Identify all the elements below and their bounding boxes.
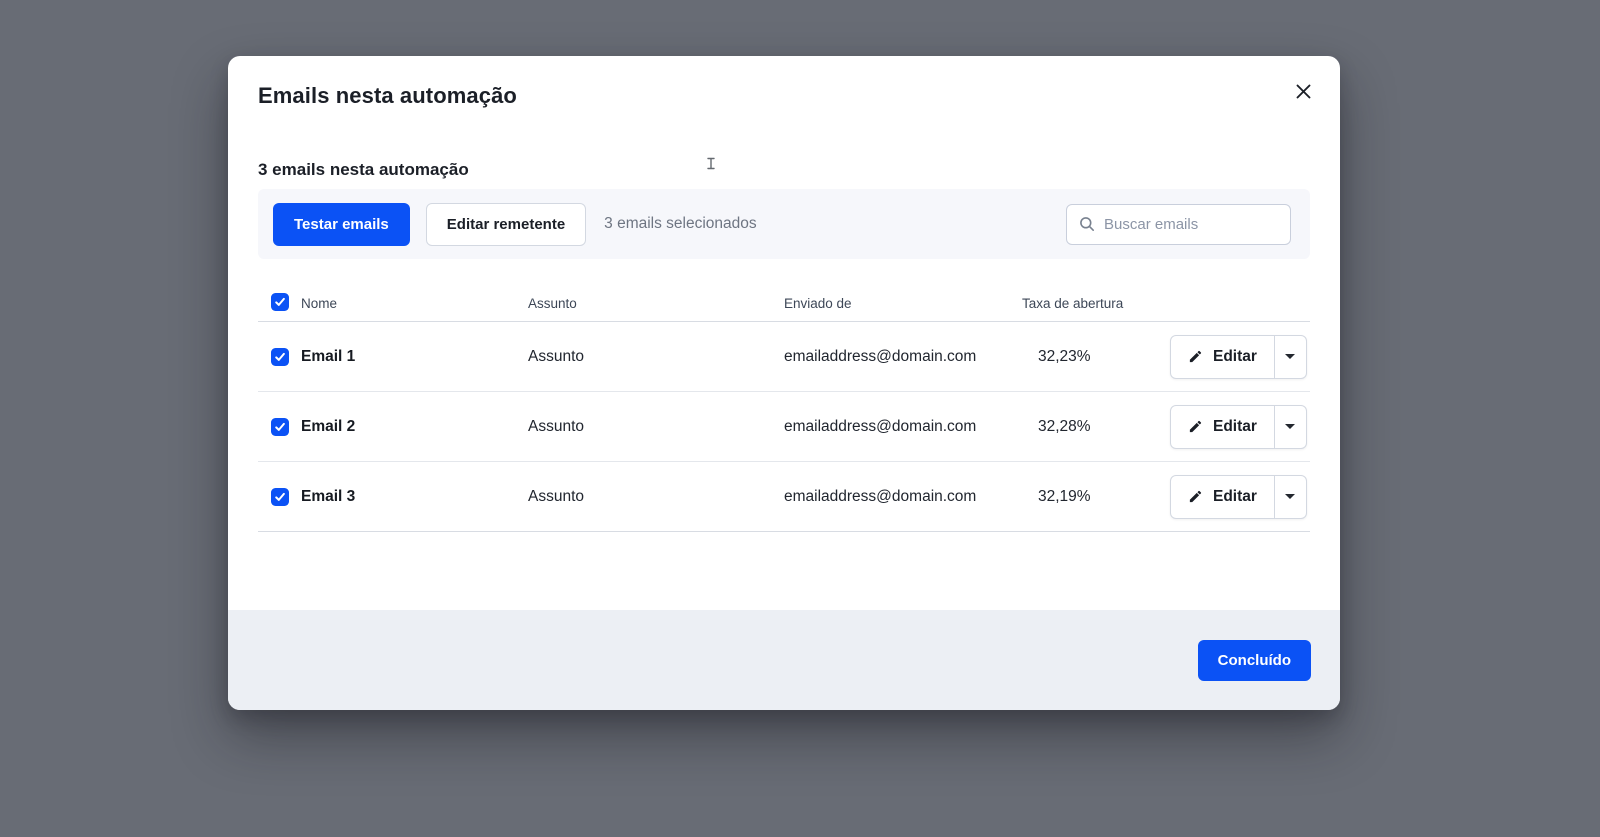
test-emails-button[interactable]: Testar emails <box>273 202 410 246</box>
email-sent-from: emailaddress@domain.com <box>784 487 977 505</box>
checkmark-icon <box>274 351 286 363</box>
edit-button-label: Editar <box>1213 347 1257 365</box>
screen-overlay: { "modal": { "title": "Emails nesta auto… <box>0 0 1600 837</box>
search-icon <box>1079 216 1095 232</box>
toolbar: Testar emails Editar remetente 3 emails … <box>258 189 1310 259</box>
close-icon <box>1295 83 1312 103</box>
email-subject: Assunto <box>528 487 585 505</box>
search-box[interactable] <box>1066 203 1291 245</box>
edit-split-button: Editar <box>1170 334 1307 379</box>
table-row: Email 1 Assunto emailaddress@domain.com … <box>258 322 1310 392</box>
edit-sender-button[interactable]: Editar remetente <box>425 202 587 246</box>
checkmark-icon <box>274 296 286 308</box>
modal-footer: Concluído <box>228 610 1340 710</box>
email-name: Email 3 <box>301 487 356 505</box>
edit-dropdown-button[interactable] <box>1275 336 1306 378</box>
search-input[interactable] <box>1104 215 1278 233</box>
done-button[interactable]: Concluído <box>1197 639 1311 681</box>
row-checkbox[interactable] <box>271 347 289 366</box>
modal-title: Emails nesta automação <box>258 83 517 108</box>
select-all-checkbox[interactable] <box>271 292 289 311</box>
edit-button[interactable]: Editar <box>1171 476 1274 518</box>
email-name: Email 2 <box>301 417 356 435</box>
modal-header: Emails nesta automação <box>228 56 1340 109</box>
edit-button-label: Editar <box>1213 487 1257 505</box>
pencil-icon <box>1188 349 1203 364</box>
row-checkbox[interactable] <box>271 417 289 436</box>
caret-down-icon <box>1285 424 1296 429</box>
pencil-icon <box>1188 489 1203 504</box>
edit-dropdown-button[interactable] <box>1275 476 1306 518</box>
email-sent-from: emailaddress@domain.com <box>784 417 977 435</box>
email-open-rate: 32,28% <box>1038 417 1091 435</box>
text-cursor-icon <box>707 157 715 175</box>
selection-status: 3 emails selecionados <box>604 215 757 232</box>
email-open-rate: 32,23% <box>1038 347 1091 365</box>
caret-down-icon <box>1285 354 1296 359</box>
header-subject: Assunto <box>528 295 577 311</box>
caret-down-icon <box>1285 494 1296 499</box>
email-count-heading: 3 emails nesta automação <box>258 160 469 179</box>
email-open-rate: 32,19% <box>1038 487 1091 505</box>
edit-split-button: Editar <box>1170 404 1307 449</box>
edit-split-button: Editar <box>1170 474 1307 519</box>
edit-button[interactable]: Editar <box>1171 406 1274 448</box>
email-subject: Assunto <box>528 417 585 435</box>
edit-button[interactable]: Editar <box>1171 336 1274 378</box>
pencil-icon <box>1188 419 1203 434</box>
email-sent-from: emailaddress@domain.com <box>784 347 977 365</box>
checkmark-icon <box>274 491 286 503</box>
checkmark-icon <box>274 421 286 433</box>
email-name: Email 1 <box>301 347 356 365</box>
header-open-rate: Taxa de abertura <box>1022 295 1124 311</box>
email-subject: Assunto <box>528 347 585 365</box>
edit-dropdown-button[interactable] <box>1275 406 1306 448</box>
emails-automation-modal: Emails nesta automação 3 emails nesta au… <box>228 56 1340 710</box>
table-row: Email 3 Assunto emailaddress@domain.com … <box>258 462 1310 532</box>
edit-button-label: Editar <box>1213 417 1257 435</box>
emails-table: Nome Assunto Enviado de Taxa de abertura… <box>258 285 1310 532</box>
row-checkbox[interactable] <box>271 487 289 506</box>
close-button[interactable] <box>1290 80 1316 106</box>
table-header-row: Nome Assunto Enviado de Taxa de abertura <box>258 285 1310 322</box>
table-row: Email 2 Assunto emailaddress@domain.com … <box>258 392 1310 462</box>
header-sent-from: Enviado de <box>784 295 852 311</box>
header-name: Nome <box>301 295 338 311</box>
